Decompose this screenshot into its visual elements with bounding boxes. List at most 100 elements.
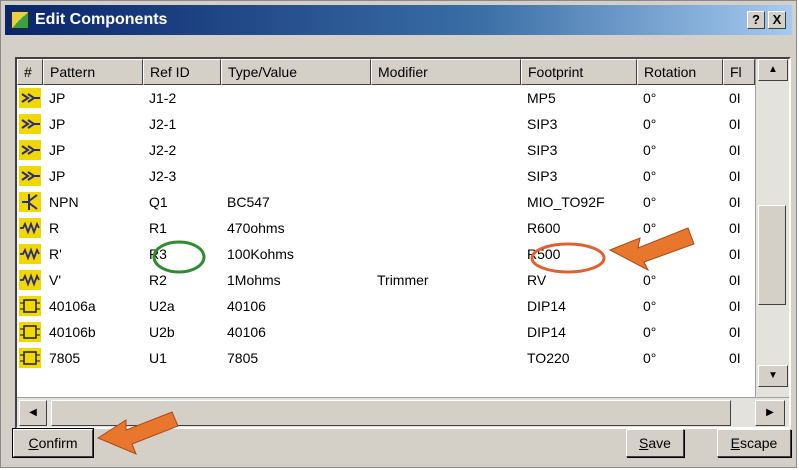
cell-flip[interactable]: 0I	[729, 85, 755, 111]
column-header-7[interactable]: Fl	[723, 59, 755, 85]
cell-pattern[interactable]: V'	[49, 267, 143, 293]
cell-pattern[interactable]: R'	[49, 241, 143, 267]
cell-rotation[interactable]: 0°	[643, 85, 723, 111]
cell-modifier[interactable]	[377, 241, 521, 267]
cell-modifier[interactable]	[377, 189, 521, 215]
cell-value[interactable]	[227, 85, 371, 111]
cell-footprint[interactable]: DIP14	[527, 319, 637, 345]
cell-ref[interactable]: R1	[149, 215, 221, 241]
escape-button[interactable]: Escape	[717, 429, 791, 457]
cell-ref[interactable]: U2b	[149, 319, 221, 345]
cell-value[interactable]: BC547	[227, 189, 371, 215]
cell-value[interactable]: 470ohms	[227, 215, 371, 241]
cell-footprint[interactable]: RV	[527, 267, 637, 293]
cell-ref[interactable]: J1-2	[149, 85, 221, 111]
cell-modifier[interactable]	[377, 215, 521, 241]
cell-modifier[interactable]	[377, 319, 521, 345]
cell-ref[interactable]: R2	[149, 267, 221, 293]
cell-value[interactable]: 40106	[227, 319, 371, 345]
cell-flip[interactable]: 0I	[729, 319, 755, 345]
cell-footprint[interactable]: MP5	[527, 85, 637, 111]
horizontal-scrollbar[interactable]: ◀ ▶	[17, 397, 789, 427]
cell-footprint[interactable]: TO220	[527, 345, 637, 371]
cell-modifier[interactable]	[377, 345, 521, 371]
table-row[interactable]: R R1 470ohms R600 0° 0I	[17, 215, 755, 241]
horizontal-scroll-thumb[interactable]	[51, 400, 731, 426]
table-row[interactable]: JP J2-3 SIP3 0° 0I	[17, 163, 755, 189]
scroll-down-button[interactable]: ▼	[758, 365, 788, 387]
cell-flip[interactable]: 0I	[729, 215, 755, 241]
cell-flip[interactable]: 0I	[729, 345, 755, 371]
cell-pattern[interactable]: 40106a	[49, 293, 143, 319]
vertical-scroll-thumb[interactable]	[758, 205, 786, 305]
cell-pattern[interactable]: JP	[49, 137, 143, 163]
table-row[interactable]: 40106b U2b 40106 DIP14 0° 0I	[17, 319, 755, 345]
table-row[interactable]: R' R3 100Kohms R500 0° 0I	[17, 241, 755, 267]
cell-value[interactable]: 1Mohms	[227, 267, 371, 293]
cell-modifier[interactable]	[377, 111, 521, 137]
cell-flip[interactable]: 0I	[729, 111, 755, 137]
table-row[interactable]: 40106a U2a 40106 DIP14 0° 0I	[17, 293, 755, 319]
table-row[interactable]: 7805 U1 7805 TO220 0° 0I	[17, 345, 755, 371]
cell-ref[interactable]: U1	[149, 345, 221, 371]
title-bar[interactable]: Edit Components ? X	[5, 5, 792, 35]
cell-flip[interactable]: 0I	[729, 293, 755, 319]
table-row[interactable]: JP J2-2 SIP3 0° 0I	[17, 137, 755, 163]
column-header-1[interactable]: Pattern	[43, 59, 143, 85]
cell-rotation[interactable]: 0°	[643, 215, 723, 241]
cell-footprint[interactable]: MIO_TO92F	[527, 189, 637, 215]
cell-pattern[interactable]: JP	[49, 85, 143, 111]
column-header-2[interactable]: Ref ID	[143, 59, 221, 85]
cell-footprint[interactable]: SIP3	[527, 137, 637, 163]
cell-value[interactable]: 7805	[227, 345, 371, 371]
cell-rotation[interactable]: 0°	[643, 111, 723, 137]
cell-flip[interactable]: 0I	[729, 189, 755, 215]
cell-pattern[interactable]: 7805	[49, 345, 143, 371]
cell-flip[interactable]: 0I	[729, 267, 755, 293]
cell-rotation[interactable]: 0°	[643, 345, 723, 371]
cell-value[interactable]: 40106	[227, 293, 371, 319]
help-button[interactable]: ?	[747, 11, 765, 29]
cell-pattern[interactable]: JP	[49, 111, 143, 137]
cell-modifier[interactable]: Trimmer	[377, 267, 521, 293]
cell-rotation[interactable]: 0°	[643, 293, 723, 319]
table-row[interactable]: NPN Q1 BC547 MIO_TO92F 0° 0I	[17, 189, 755, 215]
cell-ref[interactable]: Q1	[149, 189, 221, 215]
table-row[interactable]: JP J2-1 SIP3 0° 0I	[17, 111, 755, 137]
cell-ref[interactable]: J2-2	[149, 137, 221, 163]
column-header-3[interactable]: Type/Value	[221, 59, 371, 85]
column-header-5[interactable]: Footprint	[521, 59, 637, 85]
scroll-up-button[interactable]: ▲	[758, 59, 788, 81]
cell-modifier[interactable]	[377, 85, 521, 111]
cell-footprint[interactable]: R500	[527, 241, 637, 267]
cell-footprint[interactable]: SIP3	[527, 163, 637, 189]
cell-footprint[interactable]: DIP14	[527, 293, 637, 319]
cell-flip[interactable]: 0I	[729, 137, 755, 163]
cell-rotation[interactable]: 0°	[643, 163, 723, 189]
cell-flip[interactable]: 0I	[729, 163, 755, 189]
cell-value[interactable]	[227, 163, 371, 189]
cell-rotation[interactable]: 0°	[643, 137, 723, 163]
cell-modifier[interactable]	[377, 293, 521, 319]
cell-rotation[interactable]: 0°	[643, 319, 723, 345]
cell-flip[interactable]: 0I	[729, 241, 755, 267]
vertical-scrollbar[interactable]: ▲ ▼	[755, 59, 789, 397]
scroll-right-button[interactable]: ▶	[755, 400, 785, 426]
cell-value[interactable]: 100Kohms	[227, 241, 371, 267]
table-row[interactable]: V' R2 1Mohms Trimmer RV 0° 0I	[17, 267, 755, 293]
cell-ref[interactable]: J2-3	[149, 163, 221, 189]
cell-footprint[interactable]: SIP3	[527, 111, 637, 137]
cell-rotation[interactable]: 0°	[643, 241, 723, 267]
cell-rotation[interactable]: 0°	[643, 267, 723, 293]
cell-modifier[interactable]	[377, 163, 521, 189]
save-button[interactable]: Save	[626, 429, 684, 457]
cell-value[interactable]	[227, 111, 371, 137]
cell-value[interactable]	[227, 137, 371, 163]
close-button[interactable]: X	[768, 11, 786, 29]
cell-pattern[interactable]: JP	[49, 163, 143, 189]
cell-ref[interactable]: U2a	[149, 293, 221, 319]
cell-ref[interactable]: J2-1	[149, 111, 221, 137]
cell-rotation[interactable]: 0°	[643, 189, 723, 215]
cell-pattern[interactable]: 40106b	[49, 319, 143, 345]
cell-pattern[interactable]: R	[49, 215, 143, 241]
